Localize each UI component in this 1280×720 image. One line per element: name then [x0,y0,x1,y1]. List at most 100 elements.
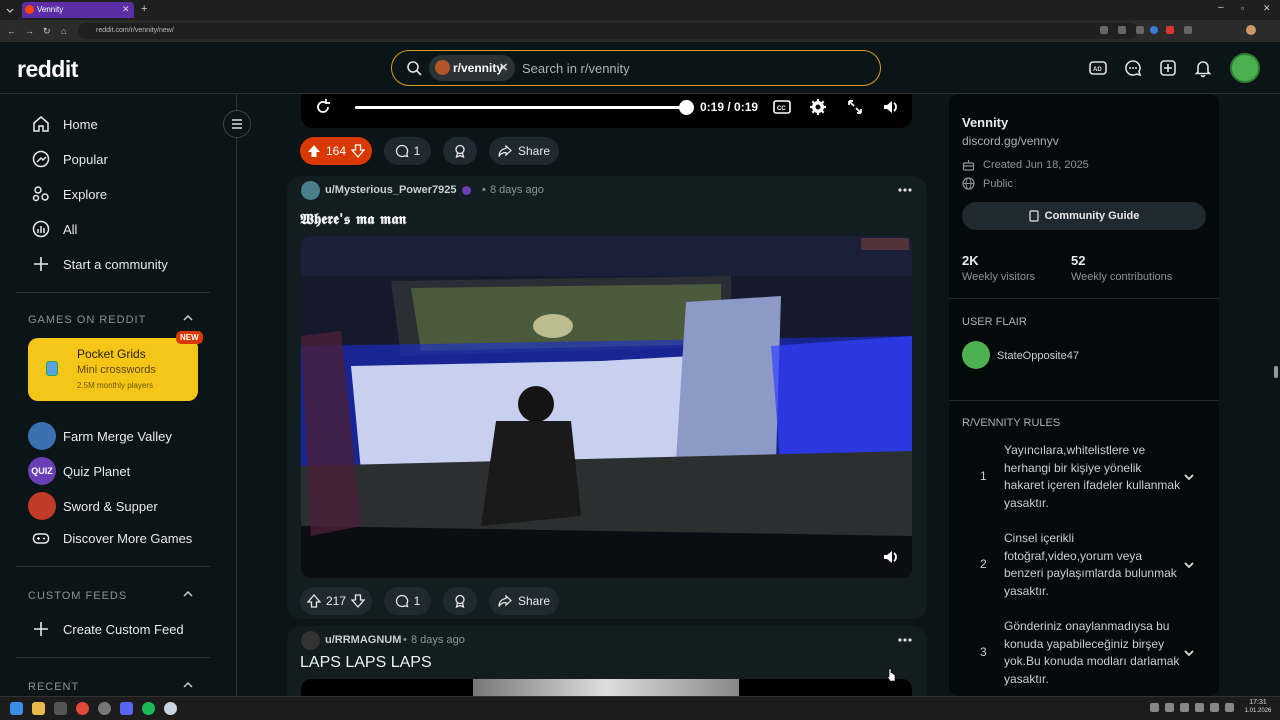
post-media-preview[interactable] [301,679,912,696]
start-menu-icon[interactable] [10,702,23,715]
comments-button[interactable]: 1 [384,587,431,615]
post-title[interactable]: 𝖂𝖍𝖊𝖗𝖊'𝖘 𝖒𝖆 𝖒𝖆𝖓 [300,210,406,228]
flair-username[interactable]: StateOpposite47 [997,350,1079,362]
post-options-icon[interactable] [897,184,913,196]
back-icon[interactable]: ← [7,26,17,36]
author-avatar[interactable] [301,181,320,200]
comments-button[interactable]: 1 [384,137,431,165]
post-card[interactable]: u/RRMAGNUM • 8 days ago LAPS LAPS LAPS [287,626,927,696]
file-explorer-icon[interactable] [32,702,45,715]
chip-remove-icon[interactable]: ✕ [499,61,508,74]
collapse-chevron-icon[interactable] [182,588,194,600]
post-card[interactable]: u/Mysterious_Power7925 • 8 days ago 𝖂𝖍𝖊𝖗… [287,176,927,619]
volume-icon[interactable] [882,98,900,116]
taskbar-app-icon[interactable] [54,702,67,715]
nav-start-community[interactable]: Start a community [32,252,168,276]
system-tray[interactable] [1150,703,1240,715]
share-button[interactable]: Share [489,137,559,165]
tray-icon[interactable] [1180,703,1189,712]
tab-menu-icon[interactable] [5,5,15,15]
tray-icon[interactable] [1210,703,1219,712]
browser-tab[interactable]: Vennity ✕ [22,2,134,18]
game-quiz-planet[interactable]: QUIZ Quiz Planet [28,456,130,486]
games-section-heading[interactable]: GAMES ON REDDIT [28,314,146,326]
extension-icon[interactable] [1150,26,1158,34]
settings-gear-icon[interactable] [809,98,827,116]
rule-item[interactable]: 3 Gönderiniz onaylanmadıysa bu konuda ya… [962,618,1212,690]
post-author[interactable]: u/RRMAGNUM [325,634,401,646]
flair-avatar[interactable] [962,341,990,369]
chevron-down-icon[interactable] [1182,470,1196,484]
tray-icon[interactable] [1165,703,1174,712]
new-tab-button[interactable]: + [141,3,147,15]
page-scrollbar[interactable] [1272,94,1280,696]
nav-home[interactable]: Home [32,112,98,136]
reddit-logo[interactable]: reddit [17,56,78,83]
clock-time[interactable]: 17:31 [1243,699,1273,706]
reload-icon[interactable]: ↻ [43,26,53,36]
downvote-icon[interactable] [351,144,366,158]
steam-icon[interactable] [164,702,177,715]
custom-feeds-heading[interactable]: CUSTOM FEEDS [28,590,127,602]
share-button[interactable]: Share [489,587,559,615]
award-button[interactable] [443,587,477,615]
search-community-chip[interactable]: r/vennity ✕ [429,55,515,81]
award-button[interactable] [443,137,477,165]
profile-avatar-icon[interactable] [1246,25,1256,35]
tray-icon[interactable] [1225,703,1234,712]
search-bar[interactable]: r/vennity ✕ Search in r/vennity [391,50,881,86]
upvote-icon[interactable] [307,144,321,158]
fullscreen-icon[interactable] [846,98,864,116]
extension-icon[interactable] [1184,26,1192,34]
extension-icon[interactable] [1136,26,1144,34]
video-progress-bar[interactable] [355,100,694,115]
discover-more-games[interactable]: Discover More Games [32,526,192,550]
community-link[interactable]: discord.gg/vennyv [962,134,1059,148]
sidebar-toggle-button[interactable] [223,110,251,138]
create-custom-feed[interactable]: Create Custom Feed [32,617,184,641]
address-bar[interactable]: reddit.com/r/vennity/new/ [78,23,1138,39]
downvote-icon[interactable] [351,594,366,608]
clock-date[interactable]: 1.01.2026 [1240,708,1276,714]
rule-item[interactable]: 2 Cinsel içerikli fotoğraf,video,yorum v… [962,530,1212,602]
nav-explore[interactable]: Explore [32,182,107,206]
video-volume-icon[interactable] [882,548,900,566]
maximize-window-button[interactable]: ▫ [1241,3,1244,13]
replay-icon[interactable] [314,98,332,116]
nav-all[interactable]: All [32,217,77,241]
spotify-icon[interactable] [142,702,155,715]
chrome-icon[interactable] [76,702,89,715]
community-guide-button[interactable]: Community Guide [962,202,1206,230]
tray-icon[interactable] [1195,703,1204,712]
tab-close-icon[interactable]: ✕ [122,4,130,15]
chevron-down-icon[interactable] [1182,558,1196,572]
author-avatar[interactable] [301,631,320,650]
extension-icon[interactable] [1118,26,1126,34]
video-progress-handle[interactable] [679,100,694,115]
minimize-window-button[interactable]: – [1218,2,1224,13]
extension-icon[interactable] [1100,26,1108,34]
notifications-icon[interactable] [1193,58,1213,78]
post-author[interactable]: u/Mysterious_Power7925 [325,184,456,196]
extension-icon[interactable] [1166,26,1174,34]
post-options-icon[interactable] [897,634,913,646]
rule-item[interactable]: 1 Yayıncılara,whitelistlere ve herhangi … [962,442,1212,514]
game-farm-merge-valley[interactable]: Farm Merge Valley [28,421,172,451]
taskbar-app-icon[interactable] [98,702,111,715]
chevron-down-icon[interactable] [1182,646,1196,660]
user-avatar[interactable] [1230,53,1260,83]
game-sword-supper[interactable]: Sword & Supper [28,491,158,521]
advertise-icon[interactable]: AD [1088,58,1108,78]
scrollbar-thumb[interactable] [1274,366,1278,378]
captions-icon[interactable]: CC [773,99,791,115]
close-window-button[interactable]: ✕ [1263,3,1271,14]
upvote-icon[interactable] [306,594,321,608]
featured-game-card[interactable]: NEW Pocket Grids Mini crosswords 2.5M mo… [28,331,203,401]
nav-popular[interactable]: Popular [32,147,108,171]
collapse-chevron-icon[interactable] [182,312,194,324]
chat-icon[interactable] [1123,58,1143,78]
home-icon[interactable]: ⌂ [61,26,71,36]
post-title[interactable]: LAPS LAPS LAPS [300,654,432,672]
post-video[interactable] [301,236,912,578]
recent-heading[interactable]: RECENT [28,681,79,693]
